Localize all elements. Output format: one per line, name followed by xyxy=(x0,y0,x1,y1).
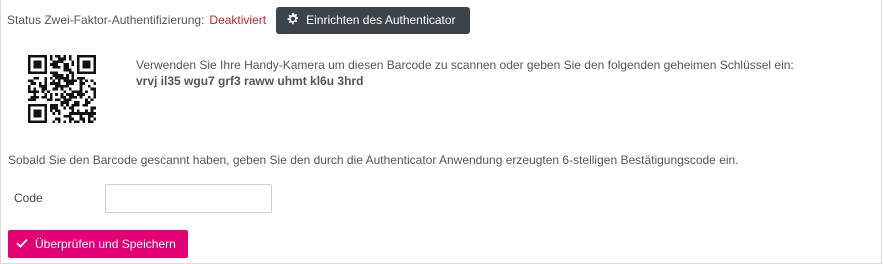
secret-key: vrvj il35 wgu7 grf3 raww uhmt kl6u 3hrd xyxy=(136,74,364,88)
code-input[interactable] xyxy=(105,184,272,213)
status-label: Status Zwei-Faktor-Authentifizierung: xyxy=(7,13,205,27)
check-icon xyxy=(16,237,35,251)
verify-and-save-button[interactable]: Überprüfen und Speichern xyxy=(8,230,188,258)
setup-button-label: Einrichten des Authenticator xyxy=(306,13,456,27)
status-value: Deaktiviert xyxy=(209,13,267,27)
code-label: Code xyxy=(14,191,43,205)
two-factor-panel: Status Zwei-Faktor-Authentifizierung: De… xyxy=(0,0,882,264)
verify-button-label: Überprüfen und Speichern xyxy=(35,237,176,251)
setup-authenticator-button[interactable]: Einrichten des Authenticator xyxy=(276,6,470,34)
qr-code xyxy=(28,55,96,123)
status-row: Status Zwei-Faktor-Authentifizierung: De… xyxy=(7,6,470,34)
after-scan-instruction: Sobald Sie den Barcode gescannt haben, g… xyxy=(8,153,739,167)
gear-icon xyxy=(286,12,306,28)
scan-instruction: Verwenden Sie Ihre Handy-Kamera um diese… xyxy=(136,58,794,72)
